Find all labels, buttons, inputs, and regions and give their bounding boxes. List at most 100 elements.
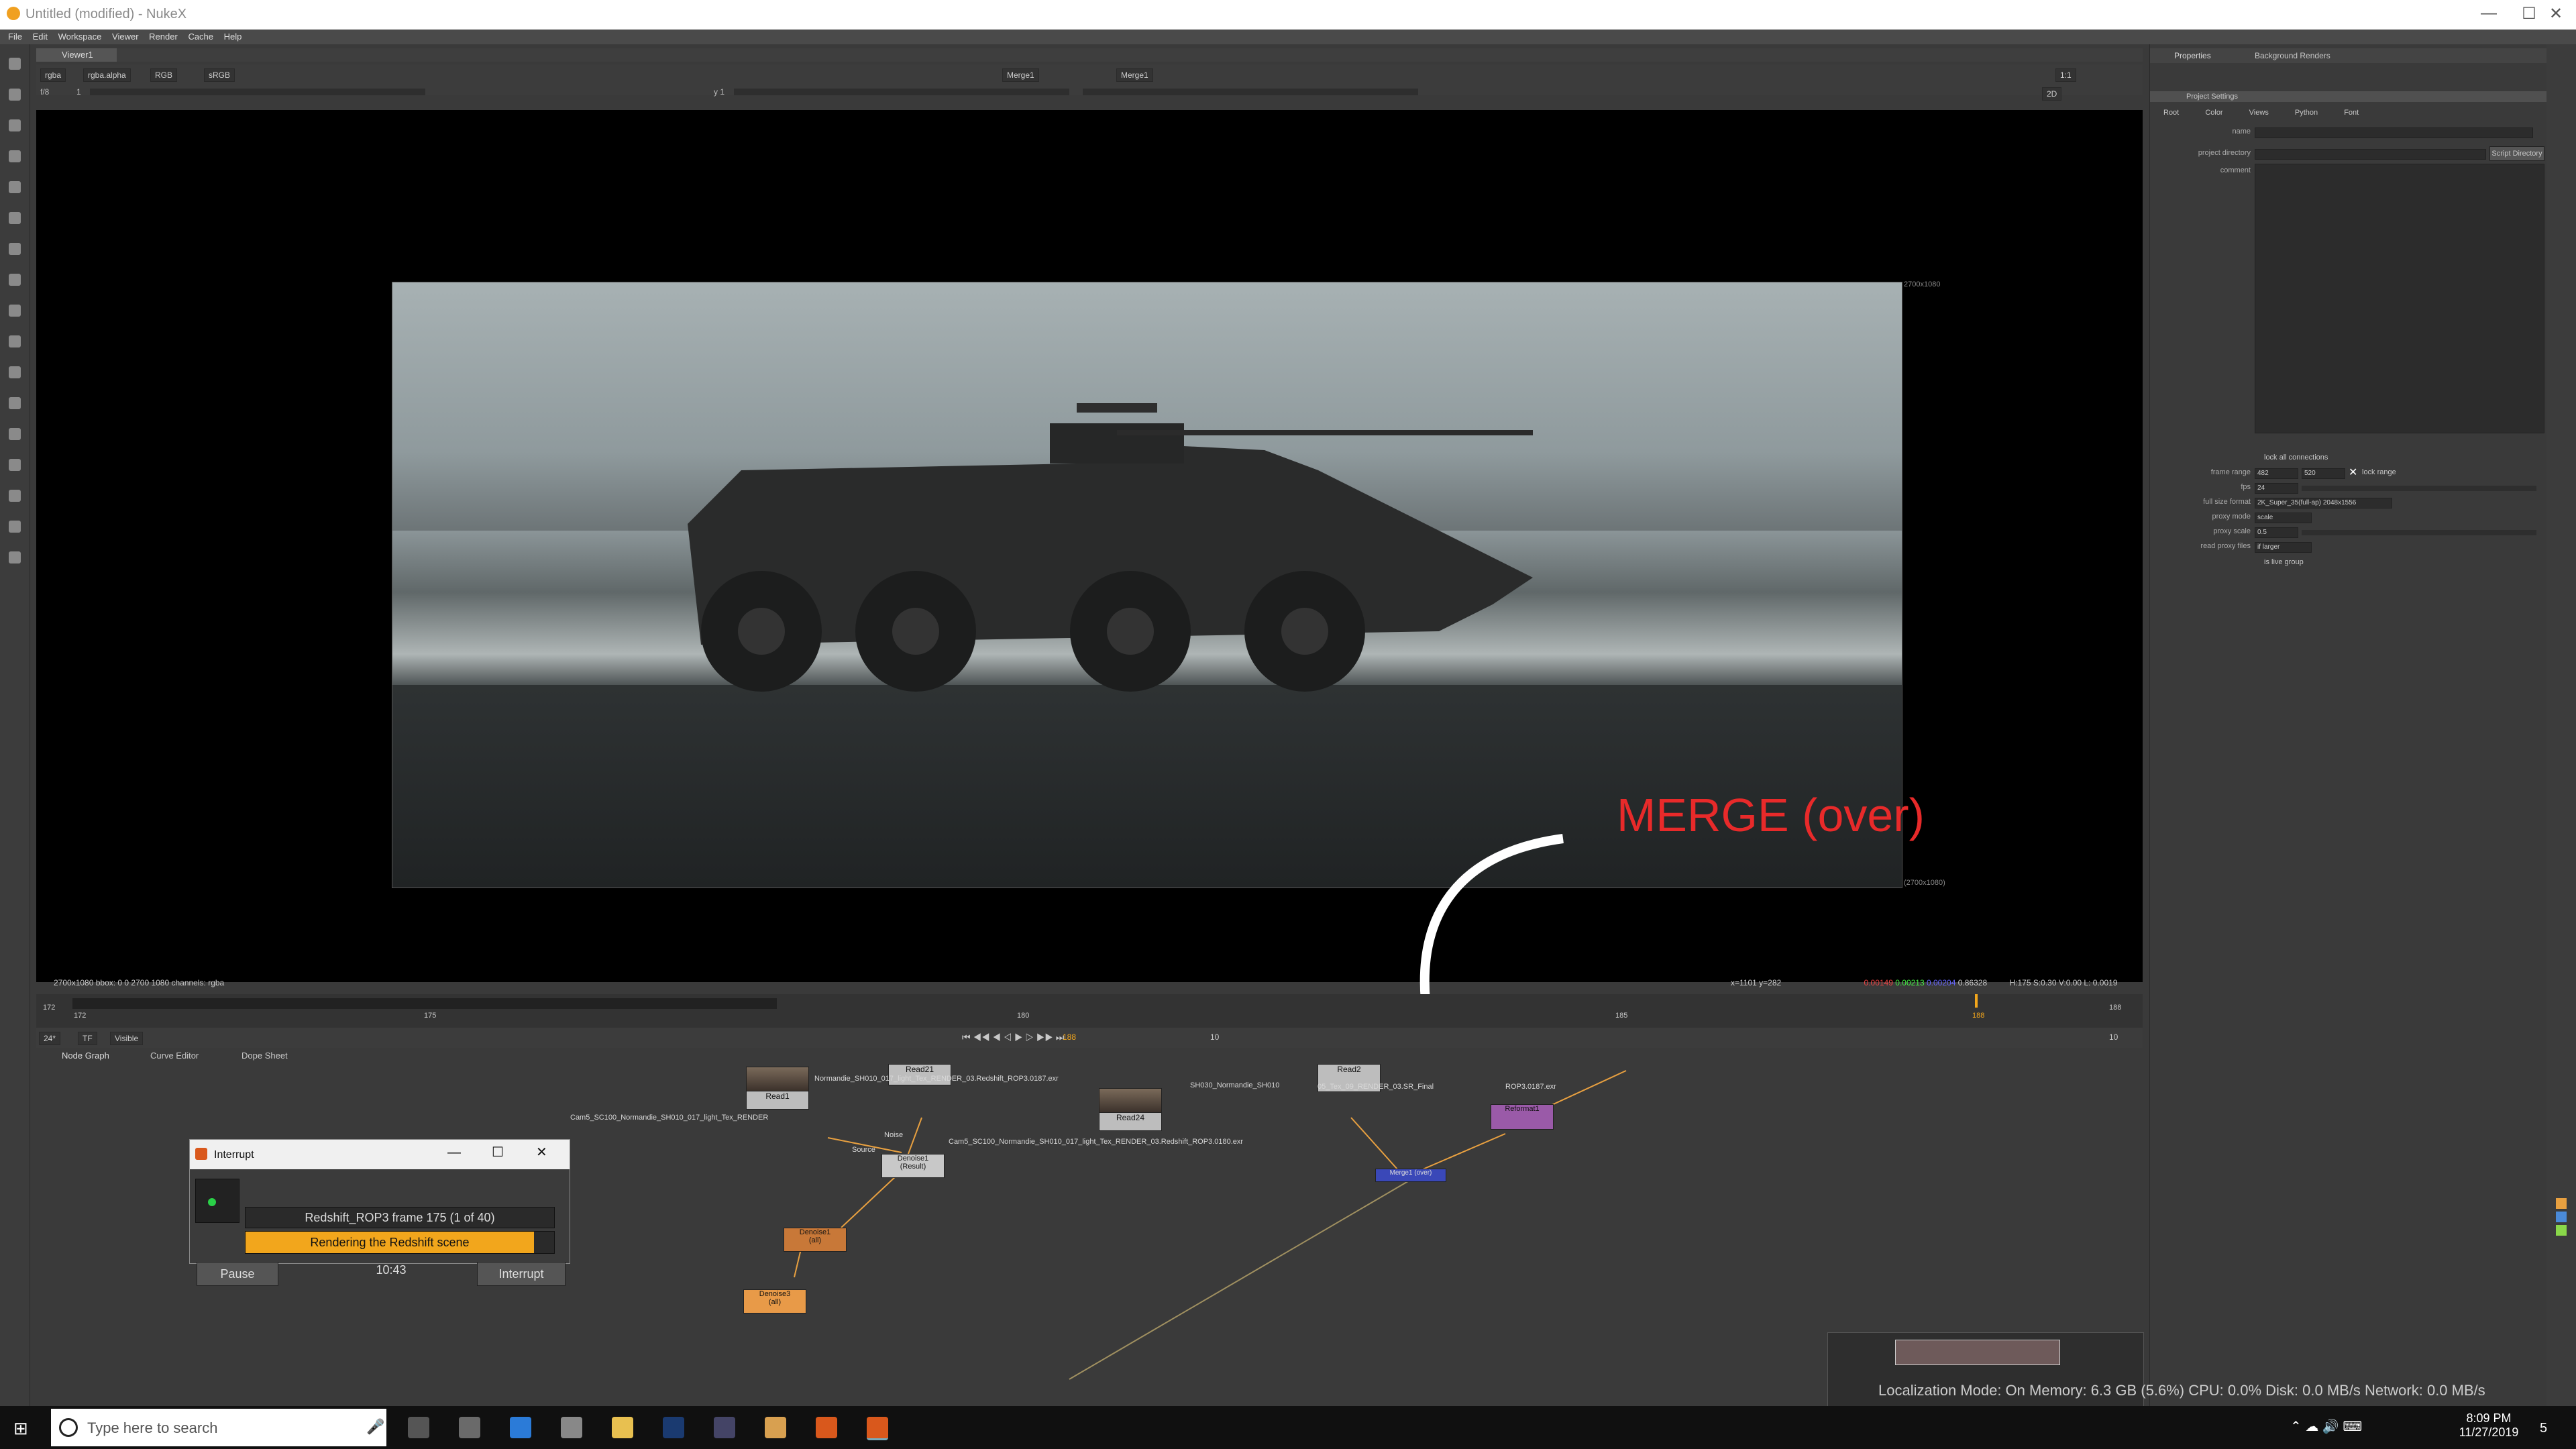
start-icon[interactable]: ⊞ [13,1418,28,1439]
file-explorer-icon[interactable] [612,1417,633,1438]
read24-thumbnail[interactable] [1099,1088,1162,1114]
merge1-node[interactable]: Merge1 (over) [1375,1169,1446,1182]
dialog-maximize-button[interactable]: ☐ [492,1144,504,1161]
frame-end-field[interactable]: 520 [2302,468,2345,479]
denoise1-label: Denoise1 [897,1155,929,1163]
taskbar-clock[interactable]: 8:09 PM 11/27/2019 [2455,1411,2522,1440]
denoise-all-label: Denoise1 [799,1228,831,1236]
frame-start-field[interactable]: 482 [2255,468,2298,479]
read24-node[interactable]: Read24 [1099,1112,1162,1131]
photos-icon[interactable] [714,1417,735,1438]
mail-icon[interactable] [561,1417,582,1438]
denoise-all-node[interactable]: Denoise1 (all) [784,1228,847,1252]
subtab-font[interactable]: Font [2344,109,2359,117]
tick-2: 175 [424,1012,437,1020]
task-view-icon[interactable] [408,1417,429,1438]
elapsed-time: 10:43 [376,1263,407,1277]
tick-3: 180 [1017,1012,1030,1020]
comment-field[interactable] [2255,164,2544,433]
full-size-format-label: full size format [2203,498,2251,506]
color-swatch-blue[interactable] [2556,1212,2567,1222]
pause-button[interactable]: Pause [197,1262,278,1286]
current-frame-field[interactable]: 188 [1063,1032,1076,1042]
proxy-scale-field[interactable]: 0.5 [2255,527,2298,538]
clock-date: 11/27/2019 [2459,1426,2519,1439]
denoise1-result-node[interactable]: Denoise1 (Result) [881,1154,945,1178]
denoise3-sublabel: (all) [768,1298,782,1306]
properties-subtabs: Root Color Views Python Font [2163,109,2359,117]
color-swatch-green[interactable] [2556,1225,2567,1236]
houdini-icon [195,1148,207,1160]
tick-4: 185 [1615,1012,1628,1020]
store-icon[interactable] [459,1417,480,1438]
dialog-title: Interrupt [214,1149,254,1161]
read-proxy-files-dropdown[interactable]: if larger [2255,542,2312,553]
read1-label: Read1 [765,1091,790,1101]
system-tray-icons[interactable]: ⌃ ☁ 🔊 ⌨ [2290,1418,2362,1435]
tab-background-renders[interactable]: Background Renders [2255,51,2330,60]
full-size-format-dropdown[interactable]: 2K_Super_35(full-ap) 2048x1556 [2255,498,2392,508]
dialog-minimize-button[interactable]: — [447,1145,461,1161]
tab-dope-sheet[interactable]: Dope Sheet [241,1051,288,1061]
minimap-viewport[interactable] [1895,1340,2060,1365]
proxy-mode-dropdown[interactable]: scale [2255,513,2312,523]
fps-field[interactable]: 24 [2255,483,2298,494]
comment-label: comment [2220,166,2251,174]
houdini-taskbar-icon[interactable] [816,1417,837,1438]
houdini-active-taskbar-icon[interactable] [867,1417,888,1440]
is-live-group-checkbox[interactable]: is live group [2264,558,2304,566]
read24-label: Read24 [1116,1113,1145,1122]
notification-count[interactable]: 5 [2540,1421,2547,1436]
playback-controls: 24* TF Visible ⏮ ◀◀ ◀ ◁ ▶ ▷ ▶▶ ⏭ 188 10 … [36,1028,2143,1048]
photoshop-icon[interactable] [663,1417,684,1438]
dialog-close-button[interactable]: ✕ [536,1144,547,1161]
project-directory-field[interactable] [2255,149,2486,160]
fps-slider[interactable] [2302,486,2536,491]
read-proxy-files-label: read proxy files [2200,542,2251,550]
right-side-strip [2546,44,2576,1406]
playhead[interactable] [1975,994,1978,1008]
frame-increment-field[interactable]: 10 [2109,1032,2118,1042]
fps-dropdown[interactable]: 24* [39,1032,61,1045]
read2-label: Read2 [1337,1065,1361,1074]
proxy-mode-label: proxy mode [2212,513,2251,521]
denoise3-label: Denoise3 [759,1290,791,1298]
name-field[interactable] [2255,127,2533,138]
viewer-format-info: 2700x1080 bbox: 0 0 2700 1080 channels: … [54,978,225,987]
microphone-icon[interactable]: 🎤 [366,1418,384,1436]
project-directory-label: project directory [2198,149,2251,157]
timeline-bar[interactable]: 172 172 175 180 185 188 188 [36,994,2143,1028]
color-swatch-orange[interactable] [2556,1198,2567,1209]
subtab-color[interactable]: Color [2205,109,2222,117]
cached-range [72,998,777,1009]
tab-curve-editor[interactable]: Curve Editor [150,1051,199,1061]
edge-icon[interactable] [510,1417,531,1438]
playback-buttons-icon[interactable]: ⏮ ◀◀ ◀ ◁ ▶ ▷ ▶▶ ⏭ [962,1032,1064,1043]
denoise1-sublabel: (Result) [900,1163,926,1171]
subtab-views[interactable]: Views [2249,109,2269,117]
read1-thumbnail[interactable] [746,1067,809,1092]
frame-step-field[interactable]: 10 [1210,1032,1219,1042]
exr-filename-label: ROP3.0187.exr [1505,1083,1556,1091]
tick-5: 188 [1972,1012,1985,1020]
cinema4d-icon[interactable] [765,1417,786,1438]
lock-range-checkbox-icon[interactable]: ✕ [2349,466,2357,479]
mid-filename-label: SH030_Normandie_SH010 [1190,1081,1280,1089]
visible-dropdown[interactable]: Visible [110,1032,144,1045]
tab-properties[interactable]: Properties [2174,51,2211,60]
subtab-python[interactable]: Python [2295,109,2318,117]
read1-node[interactable]: Read1 [746,1091,809,1110]
reformat1-node[interactable]: Reformat1 [1491,1104,1554,1130]
interrupt-button[interactable]: Interrupt [477,1262,566,1286]
subtab-root[interactable]: Root [2163,109,2179,117]
tab-node-graph[interactable]: Node Graph [62,1051,109,1061]
proxy-scale-slider[interactable] [2302,530,2536,535]
tf-dropdown[interactable]: TF [78,1032,97,1045]
taskbar-search-box[interactable]: Type here to search 🎤 [51,1409,386,1446]
denoise3-node[interactable]: Denoise3 (all) [743,1289,806,1313]
read2-filename: 05_Tex_09_RENDER_03.SR_Final [1318,1083,1434,1091]
frame-range-label: frame range [2210,468,2251,476]
script-directory-button[interactable]: Script Directory [2489,146,2544,161]
lock-all-connections-checkbox[interactable]: lock all connections [2264,453,2328,462]
search-placeholder: Type here to search [87,1419,218,1436]
